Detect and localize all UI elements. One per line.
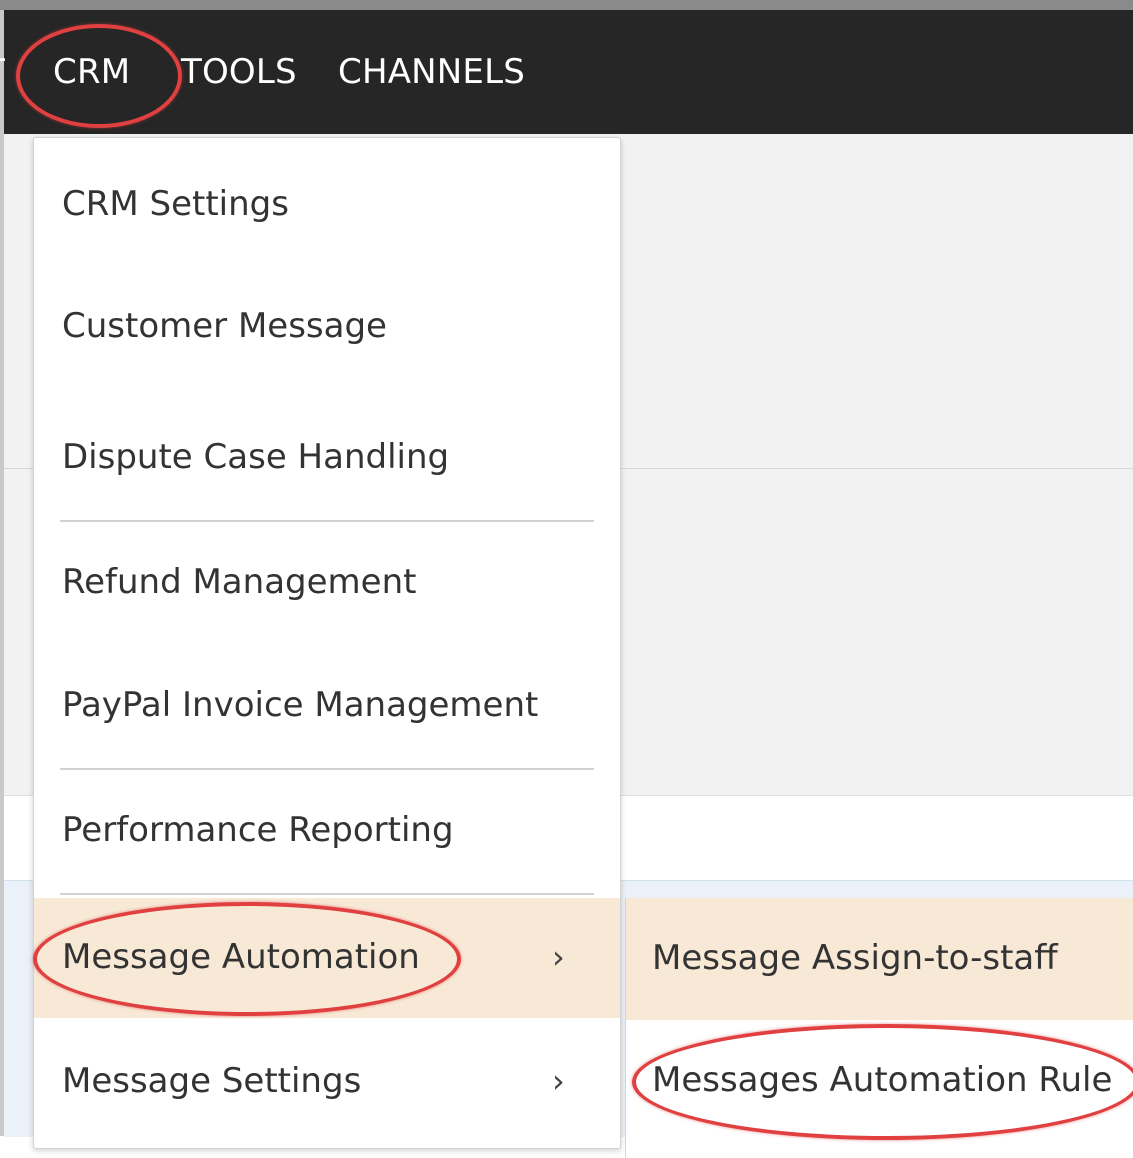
menu-divider xyxy=(60,768,594,770)
nav-item-previous-partial[interactable]: T xyxy=(0,10,5,134)
menu-item-performance-reporting[interactable]: Performance Reporting xyxy=(34,781,620,881)
menu-item-customer-message[interactable]: Customer Message xyxy=(34,277,620,377)
nav-item-channels[interactable]: CHANNELS xyxy=(338,10,525,134)
chevron-right-icon: › xyxy=(552,1062,565,1101)
menu-item-crm-settings[interactable]: CRM Settings xyxy=(34,155,620,255)
menu-item-dispute-case-handling[interactable]: Dispute Case Handling xyxy=(34,408,620,508)
menu-item-label: Customer Message xyxy=(62,306,387,347)
top-navbar: T CRM TOOLS CHANNELS xyxy=(0,10,1133,134)
nav-item-tools[interactable]: TOOLS xyxy=(181,10,297,134)
menu-item-refund-management[interactable]: Refund Management xyxy=(34,533,620,633)
menu-item-message-settings[interactable]: Message Settings › xyxy=(34,1030,620,1134)
chevron-right-icon: › xyxy=(552,938,565,977)
menu-item-label: Message Settings xyxy=(62,1061,362,1102)
message-automation-submenu: Message Assign-to-staff Messages Automat… xyxy=(625,898,1133,1158)
nav-item-crm[interactable]: CRM xyxy=(53,10,130,134)
menu-item-label: Refund Management xyxy=(62,562,417,603)
submenu-item-label: Message Assign-to-staff xyxy=(652,938,1058,979)
menu-item-label: Dispute Case Handling xyxy=(62,437,450,478)
menu-item-label: CRM Settings xyxy=(62,184,289,225)
menu-divider xyxy=(60,893,594,895)
submenu-item-label: Messages Automation Rule xyxy=(652,1060,1113,1101)
menu-item-label: PayPal Invoice Management xyxy=(62,685,539,726)
menu-item-paypal-invoice-management[interactable]: PayPal Invoice Management xyxy=(34,656,620,756)
menu-item-message-automation[interactable]: Message Automation › xyxy=(34,898,620,1018)
submenu-item-messages-automation-rule[interactable]: Messages Automation Rule xyxy=(626,1020,1133,1142)
menu-item-label: Message Automation xyxy=(62,937,420,978)
crm-dropdown-menu: CRM Settings Customer Message Dispute Ca… xyxy=(33,137,621,1149)
menu-item-label: Performance Reporting xyxy=(62,810,454,851)
submenu-item-message-assign-to-staff[interactable]: Message Assign-to-staff xyxy=(626,898,1133,1020)
window-top-strip xyxy=(0,0,1133,10)
menu-divider xyxy=(60,520,594,522)
